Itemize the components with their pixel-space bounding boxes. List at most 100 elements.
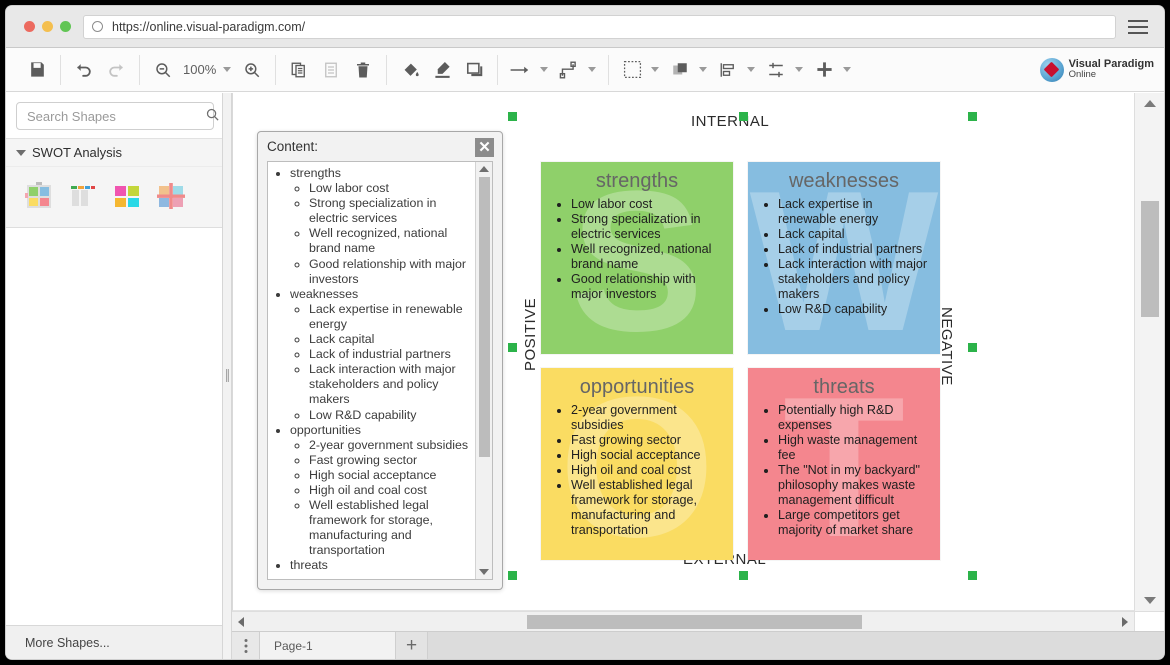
- canvas-region: INTERNAL EXTERNAL POSITIVE NEGATIVE S st…: [232, 93, 1164, 659]
- outline-group: strengths: [290, 166, 471, 181]
- search-input[interactable]: [25, 108, 205, 125]
- selection-handle-bottom-left[interactable]: [508, 571, 517, 580]
- page-bar-filler: [428, 632, 1164, 659]
- selection-handle-top-right[interactable]: [968, 112, 977, 121]
- scroll-up-icon[interactable]: [1144, 100, 1156, 107]
- dialog-scrollbar[interactable]: [475, 162, 492, 579]
- chevron-down-icon[interactable]: [747, 67, 755, 72]
- search-shapes-box[interactable]: [16, 102, 214, 130]
- minimize-window-button[interactable]: [42, 21, 53, 32]
- list-item: High social acceptance: [571, 448, 723, 463]
- more-shapes-button[interactable]: More Shapes...: [6, 625, 222, 659]
- shape-thumbnail-list: [6, 167, 222, 228]
- selection-handle-middle-right[interactable]: [968, 343, 977, 352]
- selection-handle-top-center[interactable]: [739, 112, 748, 121]
- shape-thumb-swot-2[interactable]: [68, 181, 98, 211]
- page-options-icon[interactable]: [232, 632, 260, 659]
- panel-splitter[interactable]: ||: [223, 93, 232, 659]
- page-tab-page-1[interactable]: Page-1: [260, 632, 396, 659]
- select-icon[interactable]: [618, 56, 646, 84]
- orthogonal-connector-icon[interactable]: [555, 56, 583, 84]
- quadrant-weaknesses[interactable]: W weaknesses Lack expertise in renewable…: [748, 162, 940, 354]
- fill-color-icon[interactable]: [396, 56, 424, 84]
- align-icon[interactable]: [714, 56, 742, 84]
- outline-children: Low labor cost Strong specialization in …: [290, 181, 471, 287]
- content-outline[interactable]: strengths Low labor cost Strong speciali…: [268, 162, 475, 579]
- selection-handle-middle-left[interactable]: [508, 343, 517, 352]
- trash-icon[interactable]: [349, 56, 377, 84]
- scroll-right-icon[interactable]: [1122, 617, 1128, 627]
- category-swot-analysis[interactable]: SWOT Analysis: [6, 138, 222, 167]
- quadrant-threats[interactable]: T threats Potentially high R&D expenses …: [748, 368, 940, 560]
- toolbar-group-clipboard: [276, 55, 387, 85]
- address-bar[interactable]: https://online.visual-paradigm.com/: [83, 15, 1116, 39]
- scroll-down-icon[interactable]: [479, 569, 489, 575]
- scrollbar-thumb[interactable]: [479, 177, 490, 457]
- axis-label-internal: INTERNAL: [691, 113, 769, 130]
- paste-icon[interactable]: [317, 56, 345, 84]
- list-item: High social acceptance: [309, 468, 471, 483]
- list-item: Lack expertise in renewable energy: [309, 302, 471, 332]
- chevron-down-icon[interactable]: [795, 67, 803, 72]
- splitter-grip-icon: ||: [225, 369, 228, 383]
- visual-paradigm-logo[interactable]: Visual Paradigm Online: [1040, 58, 1154, 82]
- chevron-down-icon[interactable]: [540, 67, 548, 72]
- zoom-in-icon[interactable]: [238, 56, 266, 84]
- arrange-icon[interactable]: [666, 56, 694, 84]
- chevron-down-icon[interactable]: [651, 67, 659, 72]
- content-dialog[interactable]: Content: ✕ strengths Low labor cost Stro…: [257, 131, 503, 590]
- more-shapes-label: More Shapes...: [25, 636, 110, 650]
- outline-children: 2-year government subsidies Fast growing…: [290, 438, 471, 559]
- chevron-down-icon[interactable]: [843, 67, 851, 72]
- list-item: Fast growing sector: [571, 433, 723, 448]
- diagram-canvas[interactable]: INTERNAL EXTERNAL POSITIVE NEGATIVE S st…: [232, 93, 1134, 611]
- zoom-out-icon[interactable]: [149, 56, 177, 84]
- browser-chrome: https://online.visual-paradigm.com/: [6, 6, 1164, 48]
- add-icon[interactable]: [810, 56, 838, 84]
- chevron-down-icon[interactable]: [223, 67, 231, 72]
- scroll-down-icon[interactable]: [1144, 597, 1156, 604]
- scroll-left-icon[interactable]: [238, 617, 244, 627]
- list-item: 2-year government subsidies: [571, 403, 723, 433]
- distribute-icon[interactable]: [762, 56, 790, 84]
- shape-thumb-swot-1[interactable]: [24, 181, 54, 211]
- quadrant-opportunities[interactable]: O opportunities 2-year government subsid…: [541, 368, 733, 560]
- zoom-level-label[interactable]: 100%: [181, 62, 218, 77]
- list-item: Strong specialization in electric servic…: [571, 212, 723, 242]
- window-traffic-lights: [24, 21, 71, 32]
- list-item: Well recognized, national brand name: [309, 226, 471, 256]
- list-item: High waste management fee: [778, 433, 930, 463]
- shape-thumb-swot-4[interactable]: [156, 181, 186, 211]
- canvas-horizontal-scrollbar[interactable]: [232, 611, 1134, 631]
- selection-handle-bottom-center[interactable]: [739, 571, 748, 580]
- chevron-down-icon[interactable]: [588, 67, 596, 72]
- canvas-vertical-scrollbar[interactable]: [1134, 93, 1164, 611]
- close-window-button[interactable]: [24, 21, 35, 32]
- reload-icon[interactable]: [92, 21, 103, 32]
- close-icon[interactable]: ✕: [475, 138, 494, 157]
- quadrant-title: opportunities: [541, 368, 733, 403]
- search-icon[interactable]: [205, 107, 220, 125]
- line-color-icon[interactable]: [428, 56, 456, 84]
- maximize-window-button[interactable]: [60, 21, 71, 32]
- shape-thumb-swot-3[interactable]: [112, 181, 142, 211]
- list-item: The "Not in my backyard" philosophy make…: [778, 463, 930, 508]
- scrollbar-thumb[interactable]: [527, 615, 862, 629]
- straight-connector-icon[interactable]: [507, 56, 535, 84]
- redo-icon[interactable]: [102, 56, 130, 84]
- quadrant-strengths[interactable]: S strengths Low labor cost Strong specia…: [541, 162, 733, 354]
- save-icon[interactable]: [23, 56, 51, 84]
- chevron-down-icon[interactable]: [16, 150, 26, 156]
- hamburger-icon[interactable]: [1128, 20, 1148, 34]
- selection-handle-top-left[interactable]: [508, 112, 517, 121]
- chevron-down-icon[interactable]: [699, 67, 707, 72]
- copy-icon[interactable]: [285, 56, 313, 84]
- shape-style-icon[interactable]: [460, 56, 488, 84]
- scroll-up-icon[interactable]: [479, 166, 489, 172]
- selection-handle-bottom-right[interactable]: [968, 571, 977, 580]
- add-page-button[interactable]: +: [396, 632, 428, 659]
- undo-icon[interactable]: [70, 56, 98, 84]
- scrollbar-thumb[interactable]: [1141, 201, 1159, 317]
- list-item: Low R&D capability: [778, 302, 930, 317]
- outline-children: Lack expertise in renewable energy Lack …: [290, 302, 471, 423]
